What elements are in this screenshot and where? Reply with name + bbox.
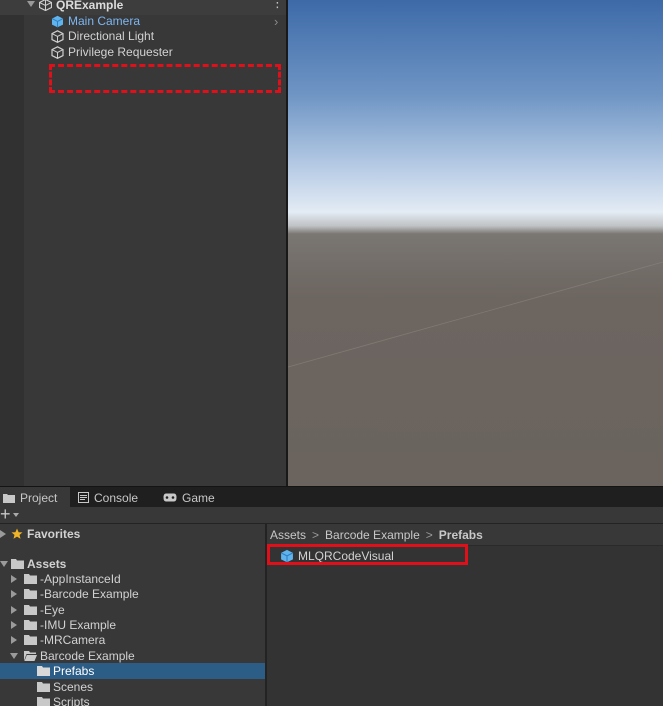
tree-item-imu-example[interactable]: -IMU Example <box>0 617 265 633</box>
tree-item-barcode-example-dash[interactable]: -Barcode Example <box>0 586 265 602</box>
folder-icon <box>11 559 24 569</box>
folder-icon <box>24 574 37 584</box>
tree-item-assets[interactable]: Assets <box>0 556 265 572</box>
folder-icon <box>24 589 37 599</box>
tree-label: Assets <box>27 557 67 571</box>
scene-view[interactable] <box>288 0 663 486</box>
tree-item-mrcamera[interactable]: -MRCamera <box>0 632 265 648</box>
breadcrumb-separator: > <box>425 527 433 542</box>
tree-label: Scripts <box>53 695 90 706</box>
tree-label: Favorites <box>27 527 81 541</box>
tree-label: -AppInstanceId <box>40 572 121 586</box>
tree-label: -Barcode Example <box>40 587 139 601</box>
breadcrumb-item-assets[interactable]: Assets <box>270 528 306 542</box>
folder-icon <box>24 635 37 645</box>
tab-label: Console <box>94 490 139 505</box>
chevron-right-icon[interactable]: › <box>274 14 278 29</box>
hierarchy-item-label: Main Camera <box>68 14 141 28</box>
expand-arrow-icon[interactable] <box>11 590 17 598</box>
tree-item-scripts[interactable]: Scripts <box>0 694 265 706</box>
expand-arrow-icon[interactable] <box>11 636 17 644</box>
scene-header-row[interactable]: QRExample ⋮ <box>0 0 287 15</box>
asset-browser: Assets > Barcode Example > Prefabs MLQRC… <box>267 524 663 706</box>
dropdown-caret-icon[interactable] <box>13 513 19 517</box>
tree-item-prefabs[interactable]: Prefabs <box>0 663 265 679</box>
unity-scene-icon <box>39 0 52 11</box>
asset-highlight-box <box>267 544 468 565</box>
breadcrumb-separator: > <box>312 527 320 542</box>
expand-arrow-icon[interactable] <box>11 621 17 629</box>
tree-item-scenes[interactable]: Scenes <box>0 679 265 695</box>
folder-open-icon <box>24 651 37 661</box>
gameobject-outline-icon <box>51 29 64 43</box>
console-icon <box>78 492 89 503</box>
folder-icon <box>24 620 37 630</box>
expand-arrow-icon[interactable] <box>11 606 17 614</box>
hierarchy-item-label: Privilege Requester <box>68 45 173 59</box>
tree-item-appinstanceid[interactable]: -AppInstanceId <box>0 571 265 587</box>
tree-label: -MRCamera <box>40 633 106 647</box>
hierarchy-item-privilege-requester[interactable]: Privilege Requester <box>51 44 173 60</box>
tab-label: Game <box>182 490 215 505</box>
tree-label: Scenes <box>53 680 94 694</box>
tree-item-barcode-example[interactable]: Barcode Example <box>0 648 265 664</box>
tree-item-favorites[interactable]: Favorites <box>0 526 265 542</box>
tree-label: -Eye <box>40 603 65 617</box>
breadcrumb-item-prefabs[interactable]: Prefabs <box>439 528 483 542</box>
expand-arrow-icon[interactable] <box>0 530 6 538</box>
breadcrumb: Assets > Barcode Example > Prefabs <box>267 524 663 546</box>
tab-console[interactable]: Console <box>78 487 138 508</box>
hierarchy-item-label: Directional Light <box>68 29 155 43</box>
bottom-tab-bar: Project Console Game <box>0 486 663 508</box>
breadcrumb-item-barcode-example[interactable]: Barcode Example <box>325 528 420 542</box>
tree-label: Barcode Example <box>40 649 135 663</box>
hierarchy-gutter <box>0 0 24 486</box>
folder-icon <box>24 605 37 615</box>
tree-label: -IMU Example <box>40 618 117 632</box>
create-button[interactable]: + <box>0 504 11 524</box>
gameobject-outline-icon <box>51 45 64 59</box>
project-toolbar: + <box>0 504 663 524</box>
expand-arrow-icon[interactable] <box>27 1 35 7</box>
folder-icon <box>37 666 50 676</box>
folder-icon <box>37 697 50 706</box>
folder-icon <box>37 682 50 692</box>
tab-game[interactable]: Game <box>163 487 215 508</box>
expand-arrow-icon[interactable] <box>11 575 17 583</box>
hierarchy-panel: QRExample ⋮ › Main Camera Directional Li… <box>0 0 287 486</box>
tab-label: Project <box>20 490 58 505</box>
tree-item-eye[interactable]: -Eye <box>0 602 265 618</box>
ground-grid-line <box>288 261 663 368</box>
collapse-arrow-icon[interactable] <box>10 653 18 659</box>
hierarchy-item-directional-light[interactable]: Directional Light <box>51 28 154 44</box>
hierarchy-item-main-camera[interactable]: Main Camera <box>51 13 140 29</box>
collapse-arrow-icon[interactable] <box>0 561 8 567</box>
star-icon <box>11 528 23 539</box>
drop-target-highlight[interactable] <box>49 64 281 93</box>
project-folder-tree: Favorites Assets -AppInstanceId -Barcode… <box>0 524 265 706</box>
hierarchy-menu-icon[interactable]: ⋮ <box>271 0 284 9</box>
gameobject-cube-icon <box>51 15 64 27</box>
gamepad-icon <box>163 493 177 502</box>
folder-icon <box>3 493 15 503</box>
scene-name: QRExample <box>56 0 124 12</box>
tree-label: Prefabs <box>53 664 95 678</box>
